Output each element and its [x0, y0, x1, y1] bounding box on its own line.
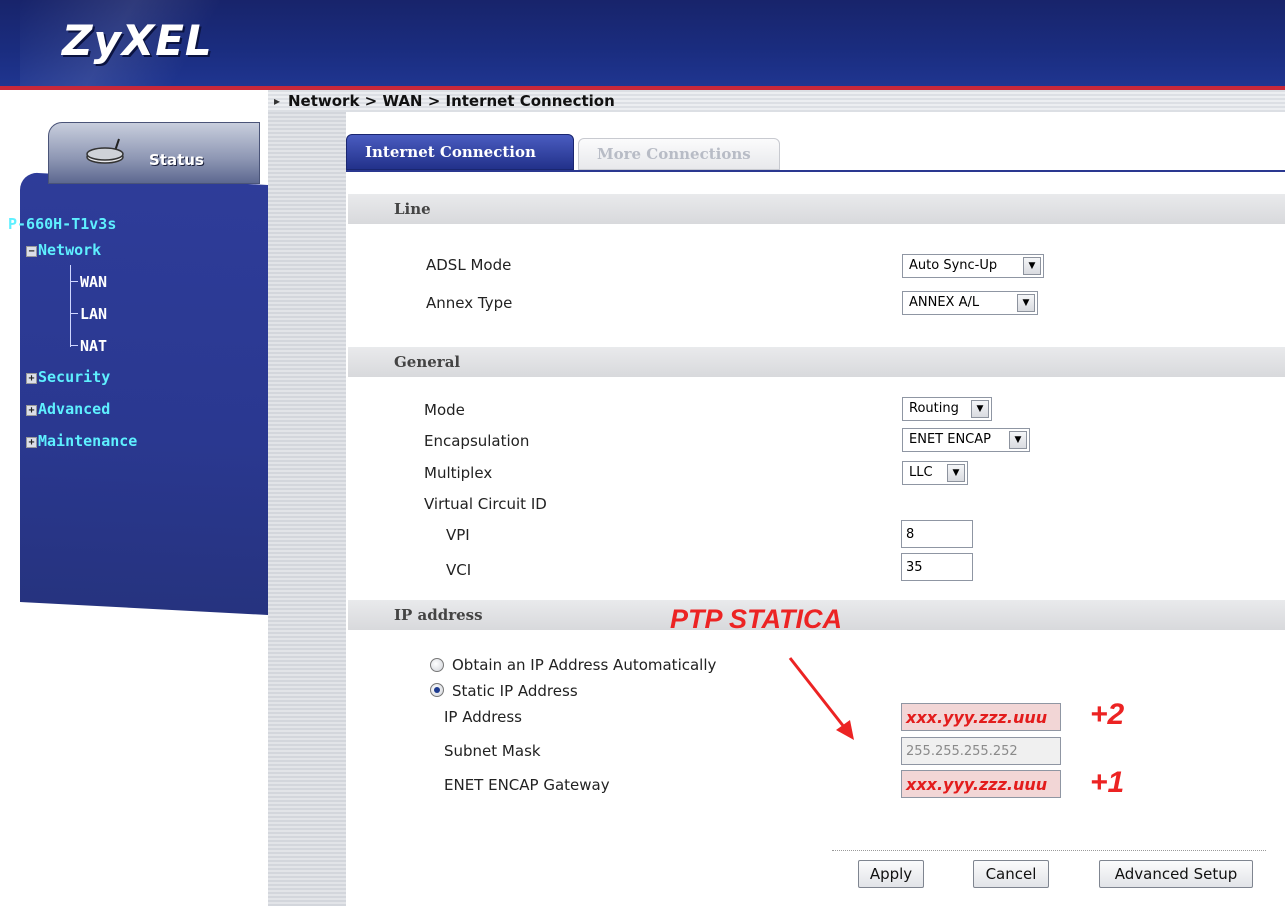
static-ip-label: Static IP Address — [452, 682, 578, 700]
dropdown-arrow-icon: ▼ — [1009, 431, 1027, 449]
vci-input[interactable]: 35 — [901, 553, 973, 581]
tab-more-connections[interactable]: More Connections — [578, 138, 780, 170]
multiplex-label: Multiplex — [424, 464, 493, 482]
header-bar: ZyXEL — [0, 0, 1285, 90]
sidebar-item-maintenance[interactable]: Maintenance — [38, 432, 137, 450]
main-content — [346, 170, 1285, 906]
dropdown-arrow-icon: ▼ — [1023, 257, 1041, 275]
tab-internet-connection[interactable]: Internet Connection — [346, 134, 574, 170]
gateway-label: ENET ENCAP Gateway — [444, 776, 610, 794]
router-icon — [86, 138, 124, 164]
annotation-gateway-offset: +1 — [1090, 766, 1125, 799]
breadcrumb-arrow-icon: ▸ — [274, 94, 281, 108]
nav-panel — [20, 172, 268, 615]
breadcrumb: Network > WAN > Internet Connection — [288, 92, 615, 110]
cancel-button[interactable]: Cancel — [973, 860, 1049, 888]
mode-value: Routing — [909, 401, 959, 416]
ip-address-label: IP Address — [444, 708, 522, 726]
divider-strip — [268, 112, 346, 906]
subnet-mask-input[interactable]: 255.255.255.252 — [901, 737, 1061, 765]
annotation-ip-offset: +2 — [1090, 698, 1125, 731]
adsl-mode-select[interactable]: Auto Sync-Up ▼ — [902, 254, 1044, 278]
dropdown-arrow-icon: ▼ — [971, 400, 989, 418]
subnet-mask-label: Subnet Mask — [444, 742, 541, 760]
section-general: General — [348, 347, 1285, 377]
device-model: P-660H-T1v3s — [8, 215, 117, 233]
sidebar-item-wan[interactable]: WAN — [80, 273, 107, 291]
encapsulation-value: ENET ENCAP — [909, 432, 991, 447]
sidebar-item-advanced[interactable]: Advanced — [38, 400, 110, 418]
status-tab-label: Status — [149, 151, 204, 169]
gateway-input[interactable]: xxx.yyy.zzz.uuu — [901, 770, 1061, 798]
radio-obtain-auto[interactable] — [430, 658, 444, 672]
adsl-mode-label: ADSL Mode — [426, 256, 512, 274]
adsl-mode-value: Auto Sync-Up — [909, 258, 998, 273]
multiplex-value: LLC — [909, 465, 933, 480]
mode-label: Mode — [424, 401, 465, 419]
tree-branch — [70, 313, 78, 314]
collapse-icon[interactable]: − — [26, 246, 37, 257]
sidebar-item-network[interactable]: Network — [38, 241, 101, 259]
vci-label: VCI — [446, 561, 472, 579]
sidebar-item-lan[interactable]: LAN — [80, 305, 107, 323]
annex-type-select[interactable]: ANNEX A/L ▼ — [902, 291, 1038, 315]
annex-type-label: Annex Type — [426, 294, 513, 312]
tree-line — [70, 265, 71, 347]
obtain-auto-label: Obtain an IP Address Automatically — [452, 656, 717, 674]
ip-address-input[interactable]: xxx.yyy.zzz.uuu — [901, 703, 1061, 731]
annotation-ptp-statica: PTP STATICA — [670, 604, 842, 634]
tree-branch — [70, 345, 78, 346]
apply-button[interactable]: Apply — [858, 860, 924, 888]
annex-type-value: ANNEX A/L — [909, 295, 980, 310]
encapsulation-label: Encapsulation — [424, 432, 530, 450]
vpi-input[interactable]: 8 — [901, 520, 973, 548]
annotation-arrow-icon — [788, 657, 854, 740]
dropdown-arrow-icon: ▼ — [947, 464, 965, 482]
sidebar-item-security[interactable]: Security — [38, 368, 110, 386]
radio-static-ip[interactable] — [430, 683, 444, 697]
mode-select[interactable]: Routing ▼ — [902, 397, 992, 421]
status-tab[interactable]: Status — [48, 122, 260, 184]
dropdown-arrow-icon: ▼ — [1017, 294, 1035, 312]
expand-icon[interactable]: + — [26, 437, 37, 448]
virtual-circuit-id-label: Virtual Circuit ID — [424, 495, 547, 513]
multiplex-select[interactable]: LLC ▼ — [902, 461, 968, 485]
advanced-setup-button[interactable]: Advanced Setup — [1099, 860, 1253, 888]
vpi-label: VPI — [446, 526, 470, 544]
tree-branch — [70, 281, 78, 282]
encapsulation-select[interactable]: ENET ENCAP ▼ — [902, 428, 1030, 452]
zyxel-logo: ZyXEL — [62, 16, 213, 65]
section-line: Line — [348, 194, 1285, 224]
divider-dotted — [832, 850, 1266, 851]
sidebar-item-nat[interactable]: NAT — [80, 337, 107, 355]
expand-icon[interactable]: + — [26, 373, 37, 384]
expand-icon[interactable]: + — [26, 405, 37, 416]
